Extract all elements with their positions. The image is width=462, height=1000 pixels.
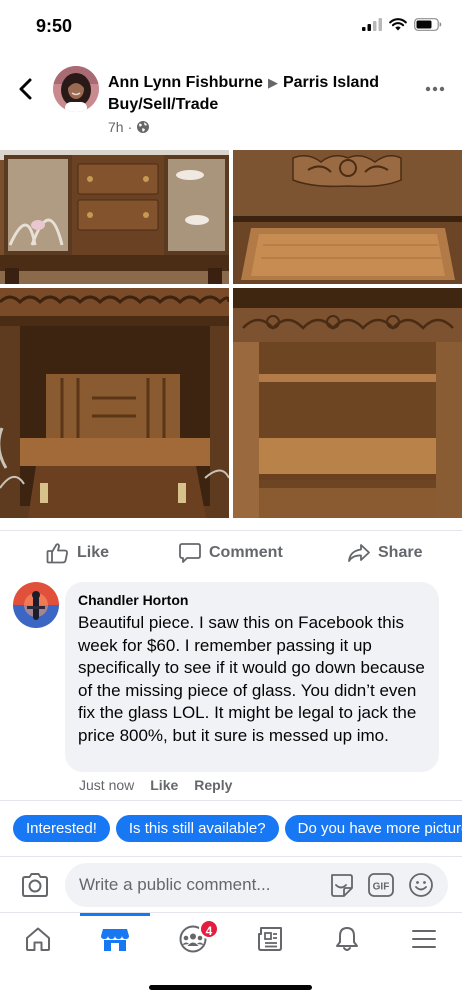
camera-icon[interactable] [20, 871, 50, 899]
emoji-icon[interactable] [407, 871, 435, 899]
sticker-icon[interactable] [327, 871, 355, 899]
news-feed-icon [258, 927, 282, 951]
tab-menu[interactable] [389, 913, 459, 965]
thumbs-up-icon [46, 543, 68, 564]
quick-reply-interested[interactable]: Interested! [13, 815, 110, 842]
share-label: Share [378, 544, 423, 561]
status-time: 9:50 [36, 16, 73, 36]
post-meta: 7h · [108, 119, 150, 135]
post-title: Ann Lynn Fishburne ▶ Parris Island Buy/Sel… [108, 72, 398, 116]
gif-icon[interactable]: GIF [367, 871, 395, 899]
status-icons [362, 18, 442, 31]
caret-right-icon: ▶ [267, 75, 278, 90]
tab-marketplace[interactable] [80, 913, 150, 965]
tab-groups[interactable]: 4 [158, 913, 228, 965]
wifi-icon [389, 18, 407, 31]
post-actions: Like Comment Share [0, 530, 462, 574]
like-label: Like [77, 544, 110, 561]
battery-icon [414, 18, 442, 31]
post-header: Ann Lynn Fishburne ▶ Parris Island Buy/Sel… [0, 60, 462, 140]
post-time: 7h [108, 119, 124, 135]
globe-icon [137, 121, 150, 133]
tab-notifications[interactable] [312, 913, 382, 965]
photo-grid [0, 150, 462, 518]
comment-button[interactable]: Comment [179, 539, 283, 567]
cellular-signal-icon [362, 18, 382, 31]
hamburger-menu-icon [412, 930, 436, 948]
photo-cabinet-glass-doors[interactable] [0, 150, 229, 284]
groups-notification-badge: 4 [199, 919, 219, 939]
comment-composer: GIF [0, 856, 462, 912]
share-arrow-icon [348, 544, 370, 562]
tab-home[interactable] [3, 913, 73, 965]
marketplace-icon [101, 929, 129, 951]
comment-time: Just now [79, 777, 135, 793]
svg-text:GIF: GIF [373, 882, 390, 893]
comment-label: Comment [209, 544, 283, 561]
comment-author[interactable]: Chandler Horton [78, 591, 427, 609]
tab-news[interactable] [235, 913, 305, 965]
author-name[interactable]: Ann Lynn Fishburne [108, 74, 263, 91]
bell-icon [336, 927, 358, 951]
quick-reply-chips: Interested! Is this still available? Do yo… [13, 815, 462, 843]
meta-dot: · [127, 119, 133, 135]
status-bar: 9:50 [0, 0, 462, 54]
commenter-avatar[interactable] [13, 582, 59, 628]
photo-cabinet-shelves[interactable] [233, 288, 462, 518]
like-button[interactable]: Like [46, 539, 109, 567]
share-button[interactable]: Share [348, 539, 422, 567]
more-options-icon[interactable] [424, 78, 446, 100]
author-avatar[interactable] [53, 66, 99, 112]
divider [0, 800, 462, 801]
comment-bubble-icon [179, 543, 201, 563]
photo-secretary-desk-interior[interactable] [0, 288, 229, 518]
back-arrow-icon[interactable] [14, 76, 40, 102]
comment-bubble: Chandler Horton Beautiful piece. I saw t… [65, 582, 439, 772]
comment-like-button[interactable]: Like [150, 777, 178, 793]
quick-reply-more-pictures[interactable]: Do you have more pictures? [284, 815, 462, 842]
home-icon [26, 927, 50, 951]
comment-reply-button[interactable]: Reply [194, 777, 232, 793]
home-indicator [149, 985, 312, 990]
comment-text: Beautiful piece. I saw this on Facebook … [78, 613, 425, 745]
photo-carved-drawer-open[interactable] [233, 150, 462, 284]
comment-meta: Just now Like Reply [79, 777, 232, 793]
quick-reply-still-available[interactable]: Is this still available? [115, 815, 279, 842]
